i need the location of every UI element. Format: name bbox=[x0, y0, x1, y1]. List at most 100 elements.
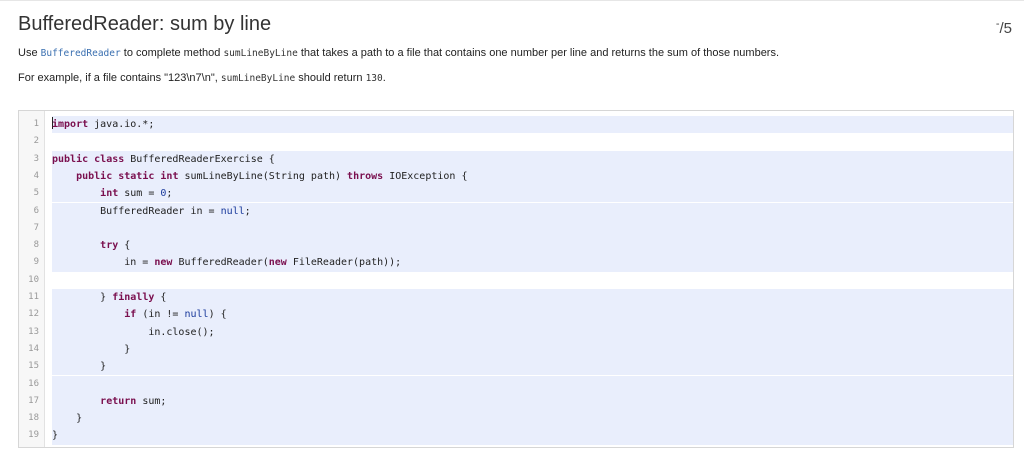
line-number: 9 bbox=[33, 257, 39, 268]
code-method-name: sumLineByLine bbox=[223, 48, 298, 59]
line-number: 18 bbox=[28, 413, 39, 424]
code-bufferedreader[interactable]: BufferedReader bbox=[41, 48, 121, 59]
code-line[interactable]: 3 public class BufferedReaderExercise { bbox=[19, 150, 1013, 168]
line-number: 11 bbox=[28, 292, 39, 302]
code-token: sumLineByLine(String path) bbox=[178, 170, 348, 182]
desc-text: For example, if a file contains "123\n7\… bbox=[18, 72, 221, 84]
code-keyword: static bbox=[118, 170, 155, 182]
line-code[interactable]: } bbox=[52, 358, 1013, 376]
line-number: 4 bbox=[33, 170, 39, 181]
line-code[interactable]: if (in != null) { bbox=[52, 306, 1013, 324]
code-editor[interactable]: 1 import java.io.*; 2 3 public class Buffere… bbox=[18, 110, 1014, 448]
line-number: 8 bbox=[33, 240, 39, 251]
code-line[interactable]: 6 BufferedReader in = null; bbox=[19, 202, 1013, 220]
code-line[interactable]: 2 bbox=[19, 133, 1013, 151]
code-token: ; bbox=[244, 205, 251, 217]
top-divider bbox=[0, 0, 1024, 1]
code-line[interactable]: 10 bbox=[19, 271, 1013, 289]
line-code[interactable]: return sum; bbox=[52, 392, 1013, 411]
line-code[interactable]: } bbox=[52, 340, 1013, 359]
code-line[interactable]: 13 in.close(); bbox=[19, 323, 1013, 341]
code-keyword: if bbox=[124, 309, 137, 321]
code-keyword: return bbox=[100, 395, 137, 407]
line-number: 2 bbox=[33, 136, 39, 147]
desc-text: should return bbox=[295, 72, 366, 84]
line-number: 3 bbox=[33, 153, 39, 164]
score-indicator: -/5 bbox=[995, 18, 1012, 37]
desc-text: to complete method bbox=[120, 47, 224, 59]
code-line[interactable]: 4 public static int sumLineByLine(String… bbox=[19, 167, 1013, 186]
line-number: 13 bbox=[28, 326, 39, 337]
code-line[interactable]: 14 } bbox=[19, 340, 1013, 359]
line-number: 12 bbox=[28, 309, 39, 320]
line-number: 5 bbox=[33, 188, 39, 199]
code-token: in.close(); bbox=[52, 326, 215, 338]
line-number: 14 bbox=[28, 343, 39, 354]
code-line[interactable]: 12 if (in != null) { bbox=[19, 306, 1013, 324]
code-keyword: try bbox=[100, 240, 119, 252]
line-number: 1 bbox=[33, 119, 39, 129]
code-line[interactable]: 18 } bbox=[19, 410, 1013, 428]
line-code[interactable] bbox=[52, 219, 1013, 238]
code-keyword: public bbox=[76, 170, 113, 182]
desc-text: that takes a path to a file that contain… bbox=[297, 47, 780, 59]
code-literal: null bbox=[184, 309, 209, 321]
code-token: } bbox=[52, 413, 83, 425]
code-keyword: public bbox=[52, 153, 89, 165]
code-keyword: new bbox=[268, 257, 287, 269]
code-line[interactable]: 15 } bbox=[19, 358, 1013, 376]
score-numerator: - bbox=[995, 18, 1000, 30]
line-code[interactable]: } bbox=[52, 410, 1013, 428]
exercise-example: For example, if a file contains "123\n7\… bbox=[18, 72, 386, 84]
code-method-name: sumLineByLine bbox=[220, 73, 296, 84]
line-code[interactable]: in = new BufferedReader(new FileReader(p… bbox=[52, 254, 1013, 272]
line-code[interactable]: } finally { bbox=[52, 289, 1013, 307]
code-line[interactable]: 11 } finally { bbox=[19, 289, 1013, 307]
line-code[interactable]: int sum = 0; bbox=[52, 185, 1013, 203]
code-line[interactable]: 9 in = new BufferedReader(new FileReader… bbox=[19, 254, 1013, 272]
code-keyword: new bbox=[154, 257, 173, 269]
code-line[interactable]: 5 int sum = 0; bbox=[19, 185, 1013, 203]
line-code[interactable]: BufferedReader in = null; bbox=[52, 202, 1013, 220]
code-line[interactable]: 7 bbox=[19, 219, 1013, 238]
line-number: 19 bbox=[28, 430, 39, 441]
line-code[interactable]: try { bbox=[52, 237, 1013, 255]
code-token: FileReader(path)); bbox=[286, 257, 402, 269]
line-number: 10 bbox=[28, 274, 39, 285]
code-keyword: import bbox=[52, 119, 89, 130]
code-token: BufferedReader in = bbox=[52, 205, 221, 217]
line-code[interactable]: public class BufferedReaderExercise { bbox=[52, 150, 1013, 168]
exercise-title: BufferedReader: sum by line bbox=[18, 13, 272, 35]
line-number: 16 bbox=[28, 378, 39, 389]
line-code[interactable] bbox=[52, 271, 1013, 289]
code-line[interactable]: 17 return sum; bbox=[19, 392, 1013, 411]
code-token: BufferedReaderExercise { bbox=[124, 153, 275, 165]
code-token: sum = bbox=[118, 188, 161, 200]
code-line[interactable]: 19} bbox=[19, 427, 1013, 445]
line-code[interactable]: } bbox=[52, 427, 1013, 445]
code-token: { bbox=[118, 240, 131, 252]
line-code[interactable] bbox=[52, 133, 1013, 151]
code-token: } bbox=[52, 292, 113, 303]
line-code[interactable]: import java.io.*; bbox=[52, 116, 1013, 134]
code-token: ; bbox=[166, 188, 173, 200]
code-token: ) { bbox=[208, 309, 227, 321]
line-code[interactable]: public static int sumLineByLine(String p… bbox=[52, 167, 1013, 186]
code-line[interactable]: 16 bbox=[19, 375, 1013, 393]
code-token: BufferedReader( bbox=[172, 257, 269, 269]
code-keyword: int bbox=[160, 170, 179, 182]
code-token: } bbox=[52, 343, 131, 355]
code-line[interactable]: 8 try { bbox=[19, 237, 1013, 255]
line-code[interactable] bbox=[52, 375, 1013, 393]
code-token: IOException { bbox=[383, 170, 468, 182]
code-line[interactable]: 1 import java.io.*; bbox=[19, 116, 1013, 134]
code-token: java.io.*; bbox=[88, 119, 155, 130]
code-keyword: int bbox=[100, 188, 119, 200]
exercise-description: Use BufferedReader to complete method su… bbox=[18, 47, 779, 59]
line-code[interactable]: in.close(); bbox=[52, 323, 1013, 341]
